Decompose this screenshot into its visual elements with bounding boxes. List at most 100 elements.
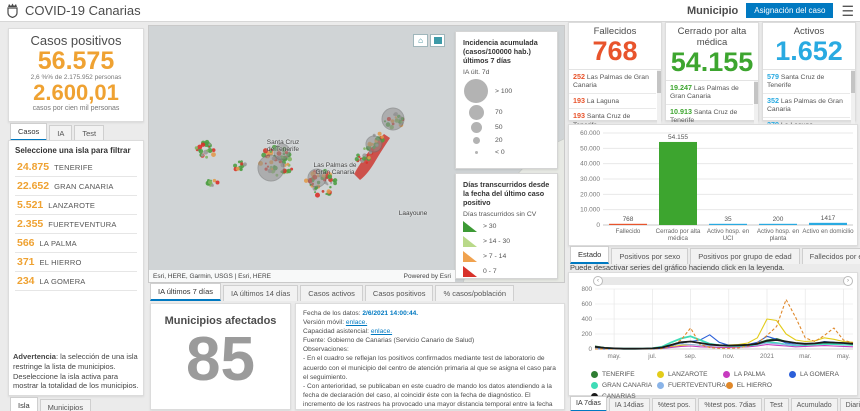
legend-circle-item: 70 <box>463 105 550 120</box>
tab-casos-positivos[interactable]: Casos positivos <box>364 285 434 301</box>
legend-dot <box>591 382 598 389</box>
time-range-slider[interactable]: ‹ › <box>593 276 853 286</box>
legend-dot <box>591 371 598 378</box>
legend-label: LANZAROTE <box>668 371 708 378</box>
legend-item-gran-canaria[interactable]: GRAN CANARIA <box>591 380 657 391</box>
legend-item-lanzarote[interactable]: LANZAROTE <box>657 369 723 380</box>
app-title: COVID-19 Canarias <box>25 3 141 18</box>
legend-note: Puede desactivar series del gráfico haci… <box>570 263 785 272</box>
island-row-lanzarote[interactable]: 5.521 LANZAROTE <box>15 196 137 215</box>
legend-item-tenerife[interactable]: TENERIFE <box>591 369 657 380</box>
info-link[interactable]: enlace. <box>371 328 392 335</box>
tab--test-pos-[interactable]: %test pos. <box>651 398 697 411</box>
stat-list-item[interactable]: 352 Las Palmas de Gran Canaria <box>763 94 850 118</box>
island-row-gran-canaria[interactable]: 22.652 GRAN CANARIA <box>15 177 137 196</box>
svg-text:30.000: 30.000 <box>580 176 600 183</box>
stat-card-fallecidos: Fallecidos 768 252 Las Palmas de Gran Cana… <box>568 22 662 125</box>
svg-text:mar.: mar. <box>799 353 811 360</box>
stat-list-item[interactable]: 252 Las Palmas de Gran Canaria <box>569 70 656 94</box>
legend-dias-subtitle: Días trascurridos sin CV <box>463 211 537 218</box>
tab-test[interactable]: Test <box>763 398 789 411</box>
tab-ia-14dias[interactable]: IA 14dias <box>608 398 650 411</box>
map-label-laayoune: Laayoune <box>398 210 428 217</box>
svg-text:10.000: 10.000 <box>580 207 600 214</box>
asignacion-del-caso-button[interactable]: Asignación del caso <box>746 3 834 18</box>
legend-item-fuerteventura[interactable]: FUERTEVENTURA <box>657 380 726 391</box>
tab-diario[interactable]: Diario <box>839 398 860 411</box>
tab-estado[interactable]: Estado <box>570 246 610 264</box>
stat-list-item[interactable]: 193 La Laguna <box>569 94 656 110</box>
series-el-hierro <box>595 298 854 350</box>
svg-text:planta: planta <box>770 235 787 242</box>
svg-text:may.: may. <box>608 353 621 360</box>
legend-triangle-label: > 7 - 14 <box>483 253 507 260</box>
legend-triangle-item: > 7 - 14 <box>463 251 550 262</box>
tab-test[interactable]: Test <box>74 125 105 141</box>
tab-ia-ltimos-14-d-as[interactable]: IA últimos 14 días <box>223 285 299 301</box>
island-value: 371 <box>17 256 35 268</box>
tab-acumulado[interactable]: Acumulado <box>790 398 838 411</box>
svg-text:35: 35 <box>724 216 732 223</box>
info-link[interactable]: enlace. <box>346 319 367 326</box>
slider-left-handle[interactable]: ‹ <box>593 276 603 286</box>
island-row-la-gomera[interactable]: 234 LA GOMERA <box>15 272 137 291</box>
tab-ia[interactable]: IA <box>49 125 73 141</box>
estado-bar-chart-card: 0 10.000 20.000 30.000 40.000 50.000 60.000 768… <box>568 124 858 246</box>
tab-positivos-por-sexo[interactable]: Positivos por sexo <box>611 248 689 264</box>
island-row-fuerteventura[interactable]: 2.355 FUERTEVENTURA <box>15 215 137 234</box>
tab-casos[interactable]: Casos <box>10 123 48 141</box>
map[interactable]: Santa Cruz de Tenerife Las Palmas de Gran … <box>148 25 565 283</box>
tab-positivos-por-grupo-de-edad[interactable]: Positivos por grupo de edad <box>690 248 800 264</box>
menu-icon[interactable]: ☰ <box>841 4 854 18</box>
island-list: 24.875 TENERIFE 22.652 GRAN CANARIA 5.521 LAN… <box>15 158 137 291</box>
stat-item-value: 579 <box>767 71 779 81</box>
legend-label: EL HIERRO <box>736 382 773 389</box>
svg-text:nov.: nov. <box>723 353 735 360</box>
powered-by-esri: Powered by Esri <box>403 272 451 280</box>
svg-text:UCI: UCI <box>723 235 734 242</box>
island-value: 24.875 <box>17 161 50 173</box>
tab-municipios[interactable]: Municipios <box>39 399 92 411</box>
info-line-label: Capacidad asistencial: <box>303 328 371 336</box>
triangle-swatch <box>463 266 477 277</box>
legend-item-la-palma[interactable]: LA PALMA <box>723 369 789 380</box>
ia-line-chart: 0 200 400 600 800 may. jul. sep. nov. 2021 mar. may… <box>581 286 854 360</box>
stat-list-scrollbar[interactable] <box>657 69 661 125</box>
tab--test-pos-7dias[interactable]: %test pos. 7dias <box>698 398 762 411</box>
tab-ia-7dias[interactable]: IA 7dias <box>570 396 607 411</box>
island-row-la-palma[interactable]: 566 LA PALMA <box>15 234 137 253</box>
stat-list-item[interactable]: 193 Santa Cruz de Tenerife <box>569 109 656 125</box>
circle-glyph <box>468 105 484 120</box>
legend-triangle-list: > 30 > 14 - 30 > 7 - 14 0 - 7 <box>463 221 550 277</box>
info-line-label: Fuente: Gobierno de Canarias (Servicio C… <box>303 337 475 345</box>
legend-incidencia-title: Incidencia acumulada (casos/100000 hab.)… <box>463 38 538 65</box>
stat-list-item[interactable]: 19.247 Las Palmas de Gran Canaria <box>666 81 753 105</box>
svg-text:600: 600 <box>581 301 592 308</box>
legend-item-el-hierro[interactable]: EL HIERRO <box>725 380 792 391</box>
ia-line-chart-card: ‹ › 0 200 400 600 800 may. jul. sep. nov. 2021 mar… <box>568 272 858 400</box>
svg-text:200: 200 <box>773 216 784 223</box>
tab--casos-poblaci-n[interactable]: % casos/población <box>435 285 514 301</box>
slider-right-handle[interactable]: › <box>843 276 853 286</box>
stat-list-scrollbar[interactable] <box>851 69 855 125</box>
legend-item-la-gomera[interactable]: LA GOMERA <box>789 369 855 380</box>
map-home-button[interactable]: ⌂ <box>413 34 428 47</box>
island-name: LANZAROTE <box>48 200 96 210</box>
info-date: 2/6/2021 14:00:44. <box>362 310 419 317</box>
tab-isla[interactable]: Isla <box>10 397 38 411</box>
svg-text:Activo en domicilio: Activo en domicilio <box>802 228 854 235</box>
tab-fallecidos-por-edad-y-sexo[interactable]: Fallecidos por edad y sexo <box>801 248 860 264</box>
info-line: Versión móvil: enlace. <box>303 318 557 327</box>
stat-list-item[interactable]: 579 Santa Cruz de Tenerife <box>763 70 850 94</box>
svg-text:40.000: 40.000 <box>580 161 600 168</box>
tab-casos-activos[interactable]: Casos activos <box>300 285 363 301</box>
tab-ia-ltimos-7-d-as[interactable]: IA últimos 7 días <box>150 283 222 301</box>
attribution-text: Esri, HERE, Garmin, USGS | Esri, HERE <box>153 272 271 280</box>
island-row-tenerife[interactable]: 24.875 TENERIFE <box>15 158 137 177</box>
legend-triangle-item: > 30 <box>463 221 550 232</box>
stat-card-value: 54.155 <box>670 47 754 77</box>
island-row-el-hierro[interactable]: 371 EL HIERRO <box>15 253 137 272</box>
svg-text:54.155: 54.155 <box>668 134 688 141</box>
stat-item-value: 19.247 <box>670 82 692 92</box>
map-legend-button[interactable] <box>430 34 445 47</box>
